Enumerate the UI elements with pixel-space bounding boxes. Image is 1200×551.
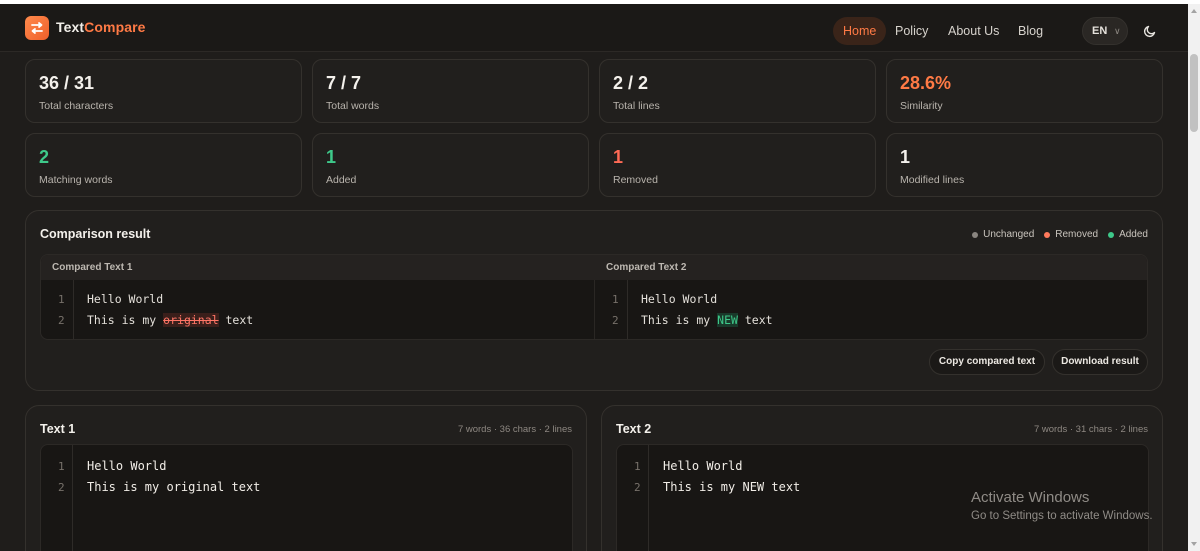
legend-unchanged: Unchanged [972,229,1034,240]
legend-removed: Removed [1044,229,1098,240]
stat-value: 1 [900,147,911,167]
stat-value: 1 [326,147,337,167]
brand-text-part1: Text [56,19,85,35]
line-number: 1 [58,460,65,473]
stat-label: Total words [326,100,380,112]
diff-right-header: Compared Text 2 [606,262,687,273]
text1-title: Text 1 [40,422,76,436]
nav-policy[interactable]: Policy [885,17,938,45]
top-navbar: TextCompare Home Policy About Us Blog EN… [0,4,1188,52]
stat-label: Matching words [39,174,113,186]
text1-line-2[interactable]: This is my original text [87,480,260,494]
stat-value: 2 [39,147,50,167]
diff-left-line-2: This is my original text [87,313,253,327]
copy-compared-text-button[interactable]: Copy compared text [929,349,1045,375]
legend-label: Added [1119,229,1148,240]
text1-panel: Text 1 7 words · 36 chars · 2 lines 1 2 … [25,405,587,551]
brand-name[interactable]: TextCompare [56,19,146,35]
comparison-result-panel: Comparison result Unchanged Removed Adde… [25,210,1163,391]
stat-card-matching-words: 2 Matching words [25,133,302,197]
scrollbar-thumb[interactable] [1190,54,1198,132]
scroll-up-arrow-icon[interactable] [1191,9,1197,13]
language-code: EN [1092,25,1108,37]
stat-value: 2 / 2 [613,73,649,93]
unchanged-dot-icon [972,231,979,238]
brand-text-part2: Compare [84,19,146,35]
stat-value: 36 / 31 [39,73,95,93]
text2-panel: Text 2 7 words · 31 chars · 2 lines 1 2 … [601,405,1163,551]
moon-icon [1143,25,1156,38]
nav-about-us[interactable]: About Us [938,17,1009,45]
unchanged-text: This is my [87,313,164,327]
stat-label: Removed [613,174,658,186]
diff-right-line-1: Hello World [641,292,718,306]
diff-right-line-2: This is my NEW text [641,313,773,327]
stat-card-similarity: 28.6% Similarity [886,59,1163,123]
removed-dot-icon [1044,231,1051,238]
editor-gutter-divider [72,445,73,551]
text2-title: Text 2 [616,422,652,436]
unchanged-text: text [737,313,773,327]
download-result-button[interactable]: Download result [1052,349,1148,375]
stat-card-modified-lines: 1 Modified lines [886,133,1163,197]
comparison-legend: Unchanged Removed Added [972,229,1148,240]
stat-card-total-lines: 2 / 2 Total lines [599,59,876,123]
stat-label: Modified lines [900,174,965,186]
language-selector[interactable]: EN ∨ [1082,17,1128,45]
left-gutter-divider [73,280,74,339]
stat-value: 1 [613,147,624,167]
stat-label: Similarity [900,100,943,112]
text2-stats: 7 words · 31 chars · 2 lines [1033,424,1148,435]
text1-editor[interactable]: 1 2 Hello World This is my original text [40,444,573,551]
scroll-down-arrow-icon[interactable] [1191,542,1197,546]
line-number: 2 [58,481,65,494]
stat-card-removed: 1 Removed [599,133,876,197]
right-gutter-divider [627,280,628,339]
stat-label: Total characters [39,100,114,112]
text1-line-1[interactable]: Hello World [87,459,166,473]
nav-home[interactable]: Home [833,17,887,45]
line-number: 2 [634,481,641,494]
theme-toggle-button[interactable] [1140,21,1160,41]
unchanged-text: This is my [641,313,718,327]
stat-label: Added [326,174,357,186]
line-number: 2 [612,314,619,327]
logo-icon[interactable] [25,16,49,40]
stat-card-total-characters: 36 / 31 Total characters [25,59,302,123]
line-number: 1 [634,460,641,473]
activate-windows-subtitle: Go to Settings to activate Windows. [971,510,1153,522]
activate-windows-title: Activate Windows [971,489,1090,506]
added-dot-icon [1108,231,1115,238]
removed-word: original [163,313,219,327]
text1-stats: 7 words · 36 chars · 2 lines [457,424,572,435]
stat-card-total-words: 7 / 7 Total words [312,59,589,123]
diff-left-header: Compared Text 1 [52,262,133,273]
nav-blog[interactable]: Blog [1008,17,1053,45]
diff-view: Compared Text 1 Compared Text 2 1 2 Hell… [40,254,1148,340]
diff-left-line-1: Hello World [87,292,164,306]
line-number: 1 [58,293,65,306]
editor-gutter-divider [648,445,649,551]
pane-divider [594,280,595,339]
legend-added: Added [1108,229,1148,240]
added-word: NEW [717,313,738,327]
chevron-down-icon: ∨ [1114,26,1121,36]
stat-card-added: 1 Added [312,133,589,197]
text2-line-1[interactable]: Hello World [663,459,742,473]
text2-line-2[interactable]: This is my NEW text [663,480,800,494]
stat-label: Total lines [613,100,660,112]
page-scrollbar[interactable] [1188,4,1200,551]
stat-value: 28.6% [900,73,952,93]
legend-label: Removed [1055,229,1099,240]
stat-value: 7 / 7 [326,73,362,93]
line-number: 2 [58,314,65,327]
legend-label: Unchanged [983,229,1035,240]
line-number: 1 [612,293,619,306]
comparison-title: Comparison result [40,227,151,241]
diff-header: Compared Text 1 Compared Text 2 [41,255,1147,280]
unchanged-text: text [218,313,254,327]
